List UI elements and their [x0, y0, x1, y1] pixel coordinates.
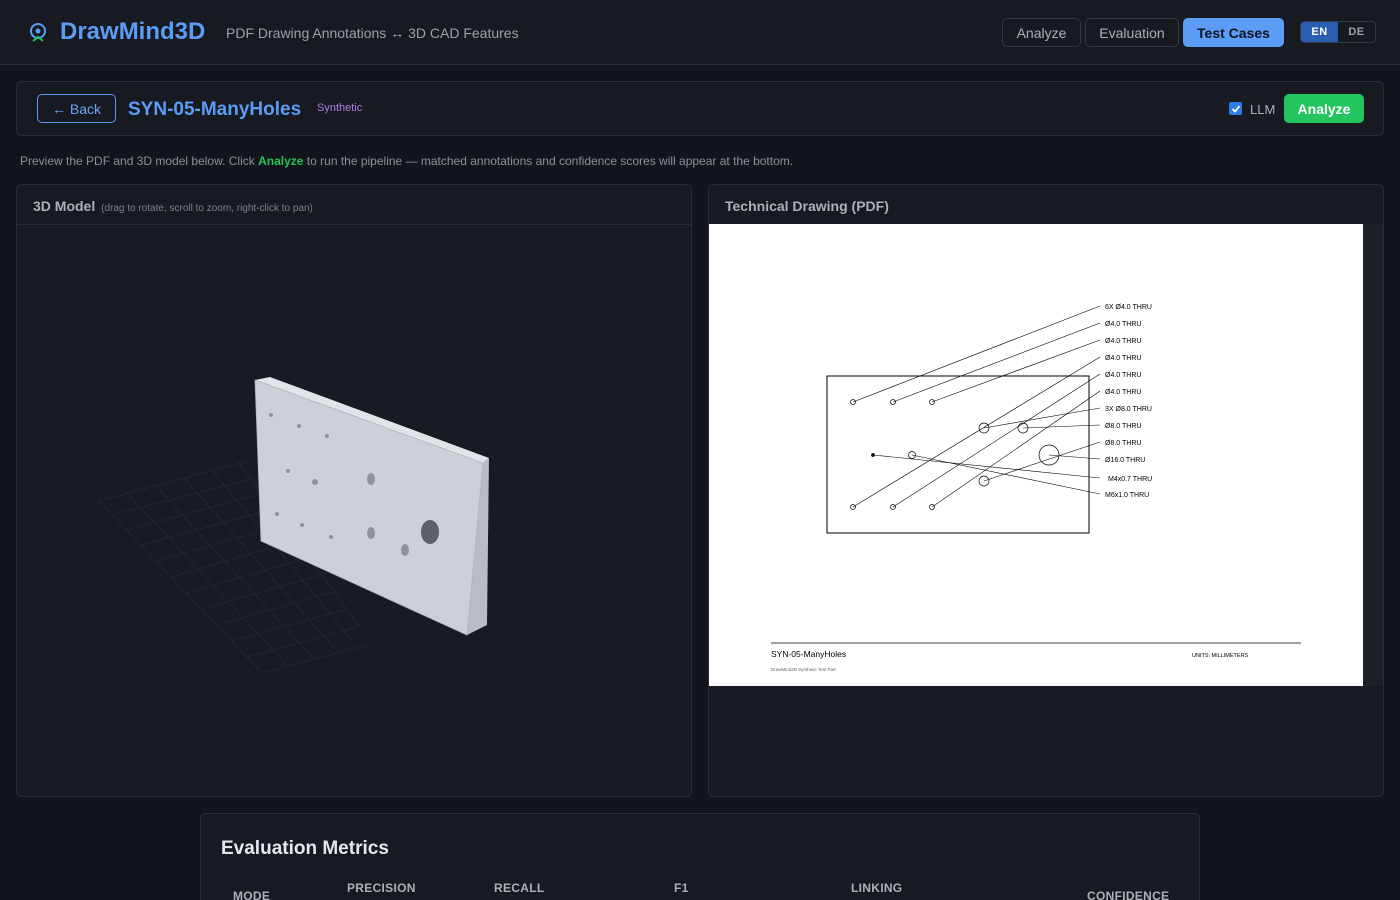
- case-toolbar: ← Back SYN-05-ManyHoles Synthetic LLM An…: [16, 81, 1384, 136]
- evaluation-metrics-card: Evaluation Metrics MODE PRECISION RECALL…: [200, 813, 1200, 900]
- column-header-recall: RECALL: [494, 881, 545, 895]
- logo-icon: [30, 23, 46, 42]
- model-hint-text: (drag to rotate, scroll to zoom, right-c…: [101, 203, 313, 214]
- brand-name[interactable]: DrawMind3D: [60, 18, 205, 46]
- technical-drawing: 6X Ø4.0 THRU Ø4.0 THRU Ø4.0 THRU Ø4.0 TH…: [771, 304, 1301, 672]
- top-bar: DrawMind3D PDF Drawing Annotations ↔ 3D …: [0, 0, 1400, 65]
- callout-label: Ø4.0 THRU: [1105, 372, 1141, 379]
- model-title-text: 3D Model: [33, 198, 96, 214]
- callout-label: M4x0.7 THRU: [1108, 476, 1152, 483]
- nav-evaluation-button[interactable]: Evaluation: [1085, 18, 1179, 47]
- callout-label: Ø16.0 THRU: [1105, 457, 1145, 464]
- column-header-confidence: CONFIDENCE: [1087, 889, 1170, 900]
- metrics-title: Evaluation Metrics: [221, 838, 389, 859]
- title-block-footer: DrawMind3D Synthetic Test Part: [771, 667, 836, 672]
- column-header-f1: F1: [674, 881, 689, 895]
- back-button[interactable]: ← Back: [37, 94, 116, 123]
- case-type-badge: Synthetic: [317, 102, 363, 114]
- column-header-mode: MODE: [233, 889, 271, 900]
- callout-labels: 6X Ø4.0 THRU Ø4.0 THRU Ø4.0 THRU Ø4.0 TH…: [1105, 304, 1152, 499]
- llm-checkbox[interactable]: [1229, 102, 1242, 115]
- title-block-name: SYN-05-ManyHoles: [771, 649, 846, 659]
- tagline: PDF Drawing Annotations ↔ 3D CAD Feature…: [226, 25, 519, 41]
- title-block-units: UNITS: MILLIMETERS: [1192, 653, 1249, 659]
- column-header-linking: LINKING: [851, 881, 903, 895]
- model-panel-header: 3D Model (drag to rotate, scroll to zoom…: [17, 185, 691, 225]
- lang-de-button[interactable]: DE: [1338, 22, 1375, 42]
- callout-label: M6x1.0 THRU: [1105, 492, 1149, 499]
- hint-text-start: Preview the PDF and 3D model below. Clic…: [20, 154, 259, 168]
- instruction-text: Preview the PDF and 3D model below. Clic…: [20, 154, 793, 168]
- callout-label: 6X Ø4.0 THRU: [1105, 304, 1152, 311]
- callout-label: 3X Ø8.0 THRU: [1105, 406, 1152, 413]
- 3d-viewport[interactable]: [17, 225, 691, 796]
- callout-label: Ø4.0 THRU: [1105, 389, 1141, 396]
- 3d-scene: [98, 377, 489, 674]
- nav-analyze-button[interactable]: Analyze: [1002, 18, 1081, 47]
- language-switcher: EN DE: [1300, 21, 1376, 43]
- analyze-button[interactable]: Analyze: [1284, 94, 1364, 123]
- hint-text-end: to run the pipeline — matched annotation…: [303, 154, 794, 168]
- pdf-page[interactable]: 6X Ø4.0 THRU Ø4.0 THRU Ø4.0 THRU Ø4.0 TH…: [709, 224, 1363, 686]
- pdf-scrollbar[interactable]: [1363, 224, 1383, 686]
- callout-label: Ø4.0 THRU: [1105, 355, 1141, 362]
- drawing-holes: [850, 399, 1060, 510]
- nav-test-cases-button[interactable]: Test Cases: [1183, 18, 1284, 47]
- leader-lines: [852, 305, 1101, 508]
- llm-label[interactable]: LLM: [1250, 102, 1275, 117]
- column-header-precision: PRECISION: [347, 881, 416, 895]
- drawing-panel-header: Technical Drawing (PDF): [709, 185, 1383, 225]
- lang-en-button[interactable]: EN: [1301, 22, 1338, 42]
- callout-label: Ø8.0 THRU: [1105, 440, 1141, 447]
- hint-highlight: Analyze: [258, 154, 304, 168]
- callout-label: Ø8.0 THRU: [1105, 423, 1141, 430]
- model-panel: 3D Model (drag to rotate, scroll to zoom…: [16, 184, 692, 797]
- check-icon: [1231, 104, 1240, 113]
- model-panel-title: 3D Model (drag to rotate, scroll to zoom…: [33, 198, 313, 214]
- callout-label: Ø4.0 THRU: [1105, 338, 1141, 345]
- case-title: SYN-05-ManyHoles: [128, 99, 302, 120]
- drawing-panel-title: Technical Drawing (PDF): [725, 198, 889, 214]
- callout-label: Ø4.0 THRU: [1105, 321, 1141, 328]
